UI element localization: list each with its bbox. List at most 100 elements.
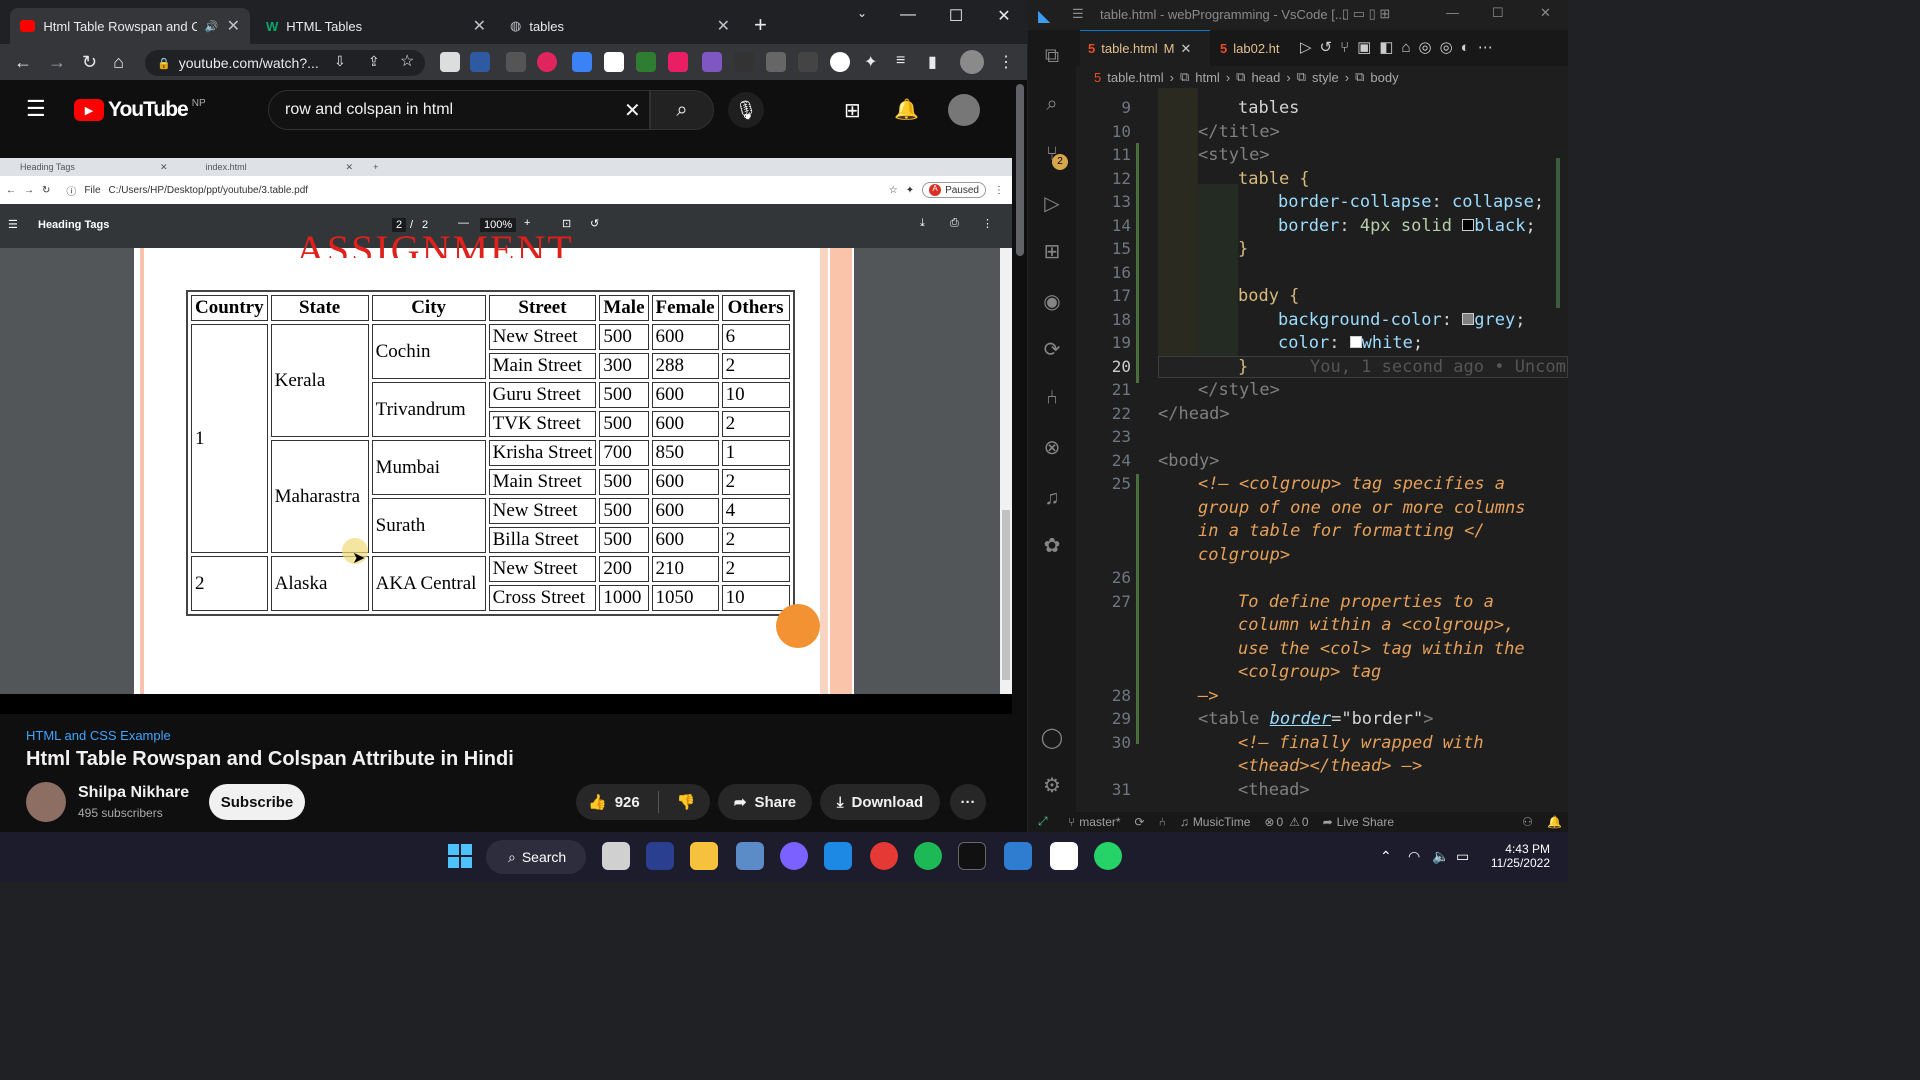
extension-icon[interactable] [798, 52, 818, 72]
vscode-taskbar-icon[interactable] [824, 842, 852, 870]
chevron-up-icon[interactable]: ⌃ [1380, 848, 1392, 865]
extension-icon[interactable] [440, 52, 460, 72]
taskbar-search[interactable]: ⌕ Search [486, 840, 586, 874]
remote-explorer-icon[interactable]: ⊗ [1040, 436, 1064, 460]
breadcrumb-item[interactable]: style [1312, 70, 1339, 85]
extensions-icon[interactable]: ⊞ [1040, 240, 1064, 264]
minimize-button[interactable]: — [1446, 5, 1459, 20]
breadcrumb-item[interactable]: table.html [1107, 70, 1163, 85]
back-icon[interactable]: ← [14, 52, 32, 73]
browser-tab-tables[interactable]: ◍ tables ✕ [500, 8, 740, 44]
volume-icon[interactable]: 🔈 [1432, 848, 1449, 865]
layout-icon[interactable]: ▯ ▭ ▯ ⊞ [1342, 6, 1390, 22]
whatsapp-icon[interactable] [1094, 842, 1122, 870]
branch-name[interactable]: master* [1079, 815, 1120, 829]
start-button[interactable] [448, 844, 472, 868]
extension-icon[interactable] [537, 52, 557, 72]
page-scrollbar[interactable] [1016, 84, 1024, 256]
channel-avatar[interactable] [26, 782, 66, 822]
new-tab-button[interactable]: + [754, 12, 767, 38]
more-actions-button[interactable]: ··· [950, 784, 986, 820]
share-button[interactable]: ➦ Share [718, 784, 812, 820]
maximize-button[interactable]: ☐ [936, 6, 976, 26]
run-debug-icon[interactable]: ▷ [1040, 192, 1064, 216]
extension-icon[interactable] [604, 52, 624, 72]
settings-gear-icon[interactable]: ⚙ [1040, 774, 1064, 798]
like-icon[interactable]: 👍 [588, 793, 607, 811]
extension-icon[interactable] [830, 52, 850, 72]
error-count[interactable]: 0 [1276, 815, 1283, 829]
youtube-search-input[interactable]: row and colspan in html [268, 90, 650, 130]
minimize-button[interactable]: — [888, 6, 928, 24]
task-view-icon[interactable] [602, 842, 630, 870]
color-swatch-grey[interactable] [1462, 313, 1475, 325]
star-icon[interactable]: ☆ [400, 51, 414, 71]
youtube-logo[interactable]: ▶ YouTube NP [74, 98, 206, 122]
accounts-icon[interactable]: ⚇ [1522, 815, 1533, 829]
music-time[interactable]: MusicTime [1193, 815, 1251, 829]
extension-icon[interactable] [668, 52, 688, 72]
editor-actions-icon[interactable]: ▷↺⑂▣◧⌂◎◎◐⋯ [1300, 38, 1501, 56]
close-tab-icon[interactable]: ✕ [473, 16, 486, 36]
sync-icon[interactable]: ⟳ [1135, 815, 1145, 829]
channel-name[interactable]: Shilpa Nikhare [78, 784, 189, 802]
home-icon[interactable]: ⌂ [113, 52, 124, 73]
extension-icon[interactable] [506, 52, 526, 72]
kebab-menu-icon[interactable]: ⋮ [998, 52, 1014, 72]
notifications-bell-icon[interactable]: 🔔 [894, 97, 919, 122]
editor-tab-lab02[interactable]: 5 lab02.ht [1212, 30, 1296, 66]
forward-icon[interactable]: → [48, 52, 66, 73]
extension-icon[interactable] [470, 52, 490, 72]
close-button[interactable]: ✕ [1540, 5, 1551, 21]
menu-icon[interactable]: ☰ [1072, 6, 1084, 22]
close-tab-icon[interactable]: ✕ [717, 16, 730, 36]
battery-icon[interactable]: ▭ [1456, 848, 1469, 865]
close-button[interactable]: ✕ [984, 6, 1024, 26]
extension-icon[interactable] [734, 52, 754, 72]
color-swatch-white[interactable] [1349, 336, 1362, 348]
clock[interactable]: 4:43 PM 11/25/2022 [1486, 842, 1550, 870]
download-button[interactable]: ⤓ Download [820, 784, 940, 820]
paw-icon[interactable]: ✿ [1040, 534, 1064, 558]
share-icon[interactable]: ⇪ [368, 53, 380, 70]
clear-search-icon[interactable]: ✕ [624, 98, 641, 123]
powershell-icon[interactable] [1004, 842, 1032, 870]
extension-icon[interactable] [572, 52, 592, 72]
bell-icon[interactable]: 🔔 [1547, 815, 1562, 829]
breadcrumb-item[interactable]: body [1370, 70, 1398, 85]
address-bar[interactable]: 🔒 youtube.com/watch?... [145, 50, 425, 76]
user-avatar[interactable] [948, 94, 980, 126]
tab-search-icon[interactable]: ⌄ [842, 6, 882, 20]
git-graph-icon[interactable]: ⑃ [1040, 386, 1064, 410]
browser-tab-youtube[interactable]: Html Table Rowspan and Col 🔊 ✕ [10, 8, 250, 44]
subscribe-button[interactable]: Subscribe [209, 784, 305, 820]
breadcrumb-item[interactable]: head [1251, 70, 1280, 85]
explorer-icon[interactable]: ⧉ [1040, 44, 1064, 68]
terminal-icon[interactable] [958, 842, 986, 870]
spotify-icon[interactable] [914, 842, 942, 870]
photos-icon[interactable] [736, 842, 764, 870]
wifi-icon[interactable]: ◠ [1408, 848, 1420, 865]
microphone-icon[interactable]: 🎙 [728, 92, 764, 128]
live-share-label[interactable]: Live Share [1337, 815, 1394, 829]
reload-icon[interactable]: ↻ [82, 52, 97, 73]
accounts-icon[interactable]: ◯ [1040, 726, 1064, 750]
extension-icon[interactable] [702, 52, 722, 72]
chrome-taskbar-icon[interactable] [870, 842, 898, 870]
close-tab-icon[interactable]: ✕ [1180, 41, 1191, 57]
headphones-icon[interactable]: ♫ [1040, 486, 1064, 510]
media-icon[interactable]: ≡ [896, 52, 905, 70]
git-graph-icon[interactable]: ⑃ [1159, 815, 1166, 829]
extension-icon[interactable] [636, 52, 656, 72]
puzzle-icon[interactable]: ✦ [864, 52, 877, 72]
warning-count[interactable]: 0 [1302, 815, 1309, 829]
file-explorer-icon[interactable] [690, 842, 718, 870]
app-icon[interactable] [646, 842, 674, 870]
dislike-icon[interactable]: 👎 [677, 793, 696, 811]
maximize-button[interactable]: ☐ [1492, 5, 1504, 21]
install-icon[interactable]: ⇩ [334, 53, 346, 70]
breadcrumb-item[interactable]: html [1195, 70, 1220, 85]
remote-icon[interactable]: ⤢ [1038, 814, 1048, 829]
github-icon[interactable]: ◉ [1040, 290, 1064, 314]
color-swatch-black[interactable] [1462, 219, 1475, 231]
